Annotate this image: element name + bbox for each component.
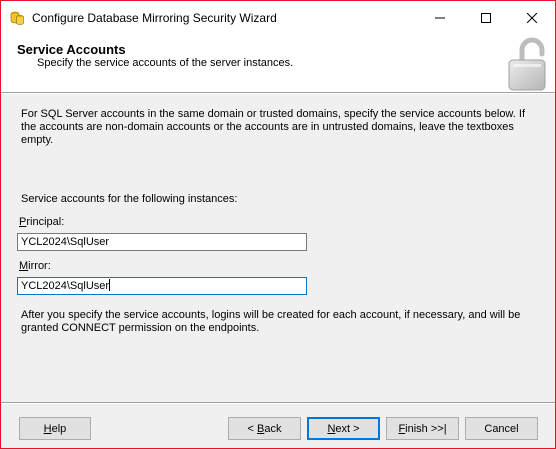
- next-button-label: ext >: [335, 422, 360, 435]
- help-button-label: elp: [51, 422, 67, 435]
- mirror-label-mnemonic: M: [19, 260, 29, 272]
- principal-label: Principal:: [19, 216, 64, 228]
- back-button-prefix: <: [247, 422, 257, 435]
- title-bar[interactable]: Configure Database Mirroring Security Wi…: [1, 1, 555, 34]
- mirror-account-input[interactable]: YCL2024\SqlUser: [17, 277, 307, 295]
- page-subtitle: Specify the service accounts of the serv…: [37, 57, 294, 69]
- back-button-mnemonic: B: [257, 422, 265, 435]
- info-text: After you specify the service accounts, …: [21, 309, 521, 334]
- maximize-button[interactable]: [463, 1, 509, 34]
- principal-label-text: rincipal:: [26, 216, 65, 228]
- window-title: Configure Database Mirroring Security Wi…: [32, 11, 277, 25]
- mirror-label-text: irror:: [28, 260, 51, 272]
- database-icon: [10, 11, 24, 25]
- help-button-mnemonic: H: [43, 422, 52, 435]
- wizard-window: Configure Database Mirroring Security Wi…: [0, 0, 556, 449]
- footer-divider: [1, 402, 555, 404]
- finish-button[interactable]: Finish >>|: [386, 417, 459, 440]
- minimize-button[interactable]: [417, 1, 463, 34]
- instances-label: Service accounts for the following insta…: [21, 193, 238, 205]
- close-icon: [527, 12, 537, 23]
- header-divider: [1, 92, 555, 94]
- next-button-mnemonic: N: [327, 422, 336, 435]
- back-button-label: ack: [264, 422, 282, 435]
- text-caret: [109, 279, 111, 291]
- maximize-icon: [481, 12, 491, 23]
- close-button[interactable]: [509, 1, 555, 34]
- description-text: For SQL Server accounts in the same doma…: [21, 108, 525, 146]
- minimize-icon: [435, 17, 445, 18]
- principal-account-value: YCL2024\SqlUser: [21, 236, 110, 248]
- next-button[interactable]: Next >: [307, 417, 380, 440]
- mirror-account-value: YCL2024\SqlUser: [21, 280, 110, 292]
- cancel-button[interactable]: Cancel: [465, 417, 538, 440]
- finish-button-mnemonic: F: [398, 422, 406, 435]
- page-title: Service Accounts: [17, 42, 126, 57]
- help-button[interactable]: Help: [19, 417, 91, 440]
- padlock-icon: [508, 37, 546, 91]
- principal-account-input[interactable]: YCL2024\SqlUser: [17, 233, 307, 251]
- mirror-label: Mirror:: [19, 260, 51, 272]
- finish-button-label: inish >>|: [405, 422, 447, 435]
- back-button[interactable]: < Back: [228, 417, 301, 440]
- wizard-header: Service Accounts Specify the service acc…: [1, 34, 555, 92]
